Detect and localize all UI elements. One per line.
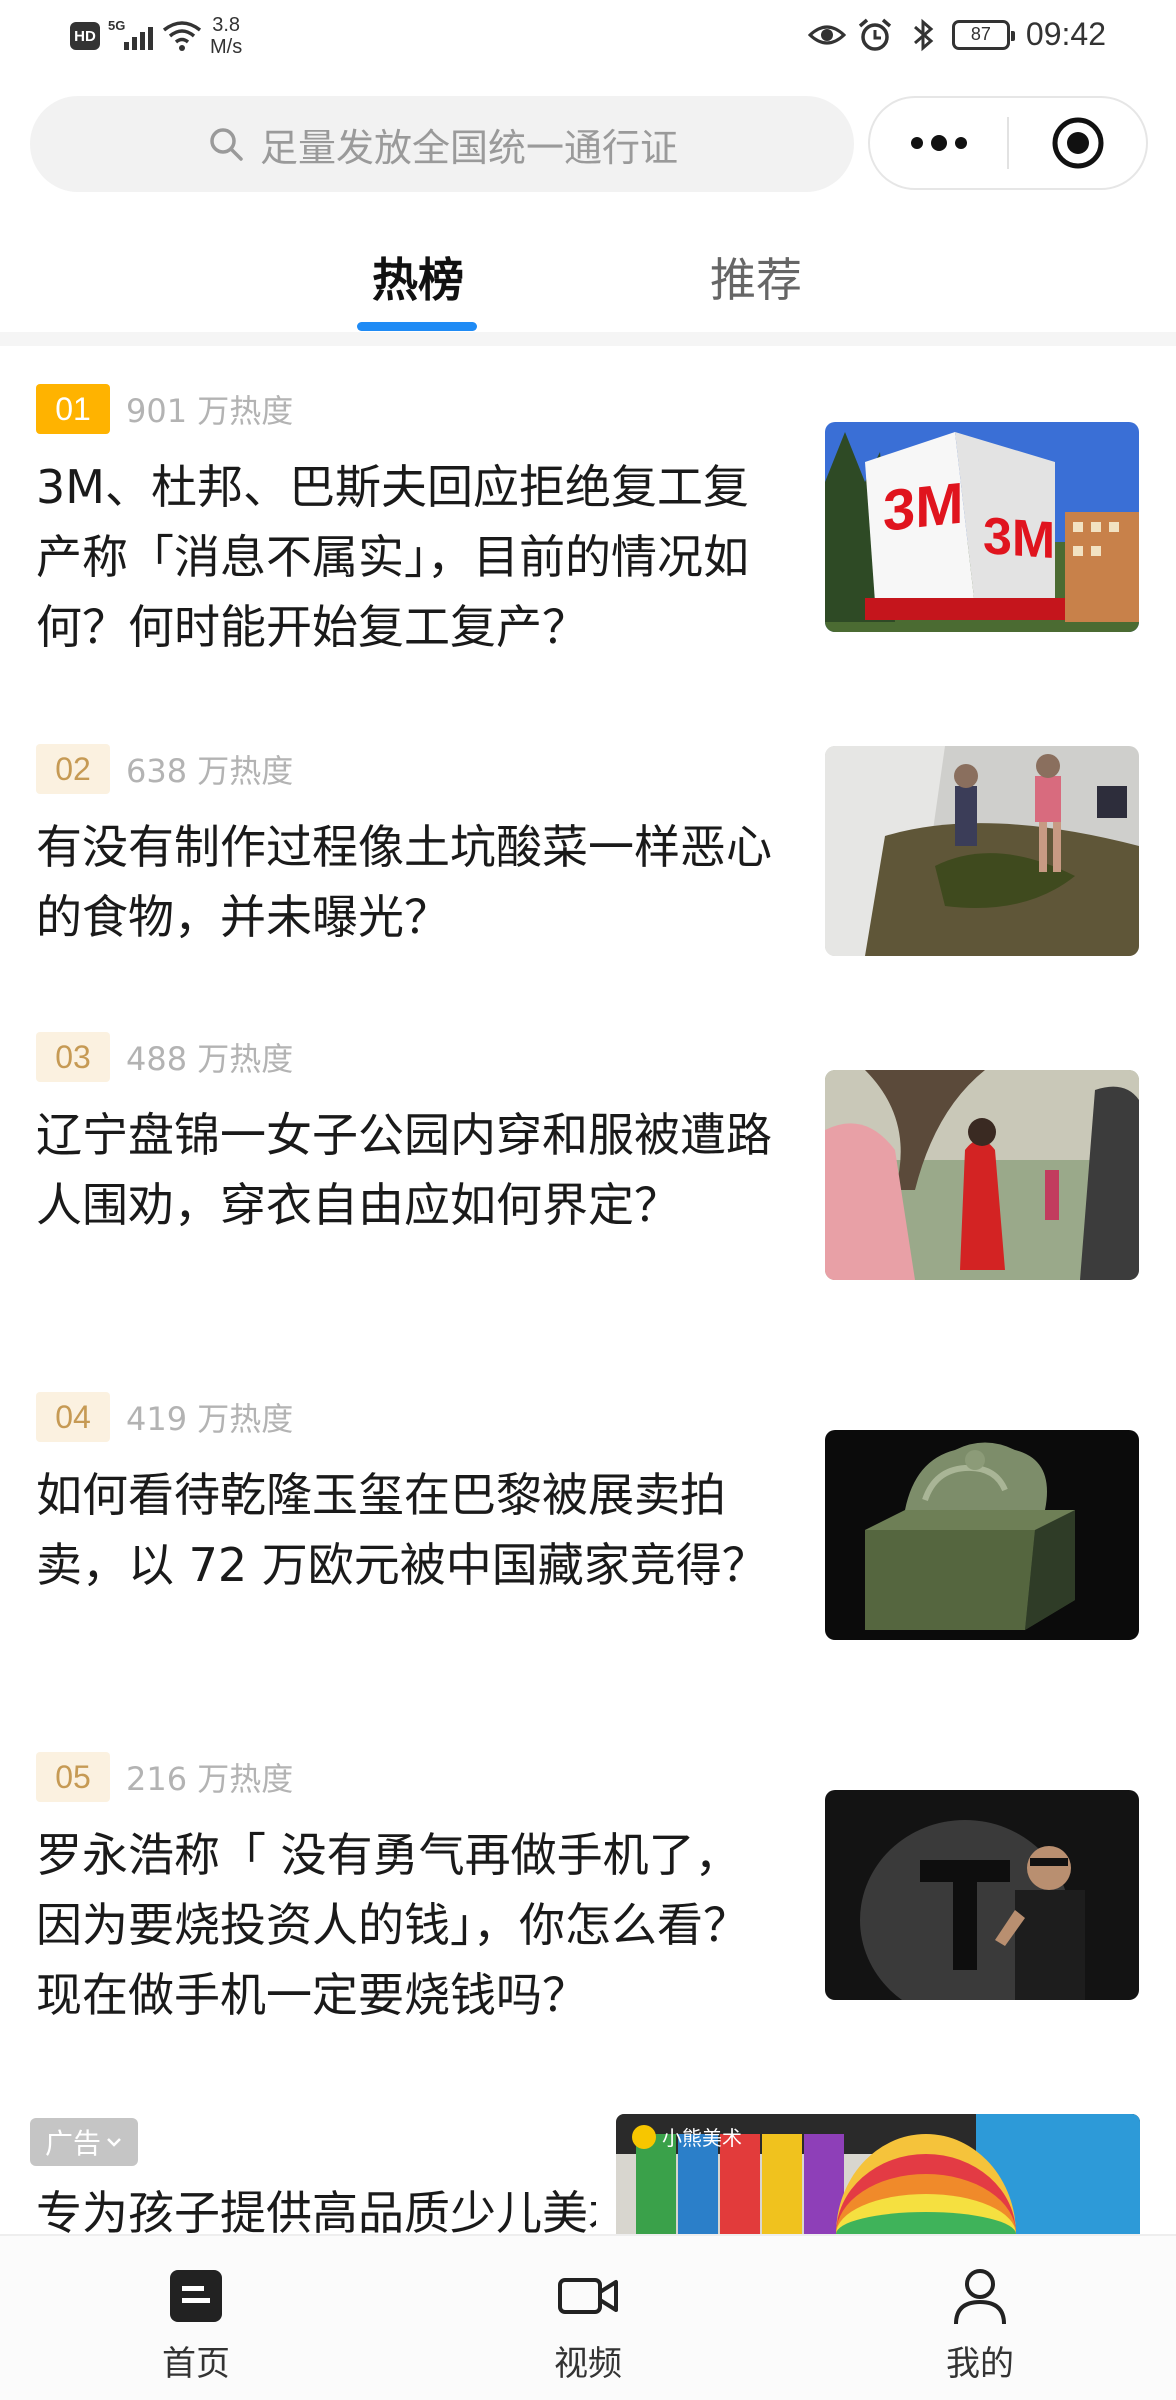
tab-recommend[interactable]: 推荐 [710,244,802,310]
rank-row: 05 216 万热度 [36,1752,293,1802]
heat-count: 419 万热度 [126,1400,294,1438]
brand-logo-icon [632,2124,656,2149]
item-thumbnail [825,1790,1139,2000]
heat-count: 638 万热度 [126,752,294,790]
ad-title[interactable]: 专为孩子提供高品质少儿美术 [36,2178,596,2234]
rank-badge: 03 [36,1032,110,1082]
ad-brand-name: 小熊美术 [662,2126,742,2150]
heat-count: 216 万热度 [126,1760,294,1798]
signal-icon: 5G [108,18,154,54]
more-icon [910,135,967,151]
svg-text:3M: 3M [883,471,964,544]
status-left: HD 5G 3.8 M/s [70,14,242,58]
item-thumbnail: 3M 3M [825,422,1139,632]
ad-badge[interactable]: 广告 [30,2118,138,2166]
search-placeholder: 足量发放全国统一通行证 [259,125,678,170]
nav-video[interactable]: 视频 [488,2236,688,2400]
chevron-down-icon [107,2138,121,2147]
nav-profile-label: 我的 [946,2344,1014,2384]
clock: 09:42 [1025,16,1106,52]
park-crowd-photo [825,1070,1139,1280]
tab-hot[interactable]: 热榜 [372,244,464,310]
search-icon [210,128,243,161]
network-type: 5G [108,18,126,33]
speed-value: 3.8 [212,14,241,36]
home-icon [170,2270,222,2322]
bottom-nav: 首页 视频 我的 [0,2234,1176,2400]
ad-label: 广告 [44,2127,101,2160]
item-title: 辽宁盘锦一女子公园内穿和服被遭路人围劝，穿衣自由应如何界定？ [36,1108,772,1232]
item-thumbnail [825,1070,1139,1280]
item-title: 有没有制作过程像土坑酸菜一样恶心的食物，并未曝光？ [36,820,772,944]
nav-profile[interactable]: 我的 [880,2236,1080,2400]
rank-row: 01 901 万热度 [36,384,293,434]
rank-badge: 05 [36,1752,110,1802]
hot-list-item[interactable]: 03 488 万热度 辽宁盘锦一女子公园内穿和服被遭路人围劝，穿衣自由应如何界定… [0,1032,1176,1332]
rank-badge: 04 [36,1392,110,1442]
battery-icon: 87 [951,19,1015,50]
speaker-stage-photo [825,1790,1139,2000]
item-title: 如何看待乾隆玉玺在巴黎被展卖拍卖，以 72 万欧元被中国藏家竞得？ [36,1468,768,1592]
rank-row: 03 488 万热度 [36,1032,293,1082]
wifi-icon [162,21,202,51]
ad-brand: 小熊美术 [632,2122,742,2151]
mini-program-capsule [868,96,1148,190]
alarm-icon [858,18,892,51]
search-input[interactable]: 足量发放全国统一通行证 [30,96,854,192]
network-speed: 3.8 M/s [210,14,242,58]
hot-list-item[interactable]: 01 901 万热度 3M、杜邦、巴斯夫回应拒绝复工复产称「消息不属实」，目前的… [0,384,1176,684]
svg-text:3M: 3M [983,507,1055,570]
nav-home[interactable]: 首页 [96,2236,296,2400]
rank-badge: 01 [36,384,110,434]
heat-count: 488 万热度 [126,1040,294,1078]
bluetooth-icon [913,18,934,51]
more-button[interactable] [870,98,1007,188]
tab-bar: 热榜 推荐 [0,222,1176,332]
hot-list-item[interactable]: 02 638 万热度 有没有制作过程像土坑酸菜一样恶心的食物，并未曝光？ [0,744,1176,984]
item-title: 罗永浩称「 没有勇气再做手机了，因为要烧投资人的钱」，你怎么看？现在做手机一定要… [36,1828,749,2022]
status-bar: HD 5G 3.8 M/s 87 09:42 [0,0,1176,76]
speed-unit: M/s [210,36,243,58]
video-icon [558,2278,618,2314]
hd-icon: HD [70,22,100,50]
heat-count: 901 万热度 [126,392,294,430]
rank-row: 02 638 万热度 [36,744,293,794]
battery-level: 87 [970,24,991,44]
hot-list-item[interactable]: 04 419 万热度 如何看待乾隆玉玺在巴黎被展卖拍卖，以 72 万欧元被中国藏… [0,1392,1176,1692]
item-thumbnail [825,746,1139,956]
item-title: 3M、杜邦、巴斯夫回应拒绝复工复产称「消息不属实」，目前的情况如何？何时能开始复… [36,460,749,654]
status-right: 87 09:42 [807,16,1106,53]
close-button[interactable] [1009,98,1146,188]
ad-image[interactable]: 小熊美术 [616,2114,1140,2234]
section-divider [0,332,1176,346]
profile-icon [954,2269,1006,2325]
pickled-vegetable-pit-photo [825,746,1139,956]
hot-list-item[interactable]: 05 216 万热度 罗永浩称「 没有勇气再做手机了，因为要烧投资人的钱」，你怎… [0,1752,1176,2052]
eye-icon [807,25,846,44]
nav-home-label: 首页 [162,2344,230,2384]
jade-seal-photo [825,1430,1139,1640]
nav-video-label: 视频 [554,2344,622,2384]
3m-building-photo: 3M 3M [825,422,1139,632]
item-thumbnail [825,1430,1139,1640]
active-tab-indicator [357,322,477,331]
rank-badge: 02 [36,744,110,794]
close-target-icon [1052,117,1103,169]
rank-row: 04 419 万热度 [36,1392,293,1442]
